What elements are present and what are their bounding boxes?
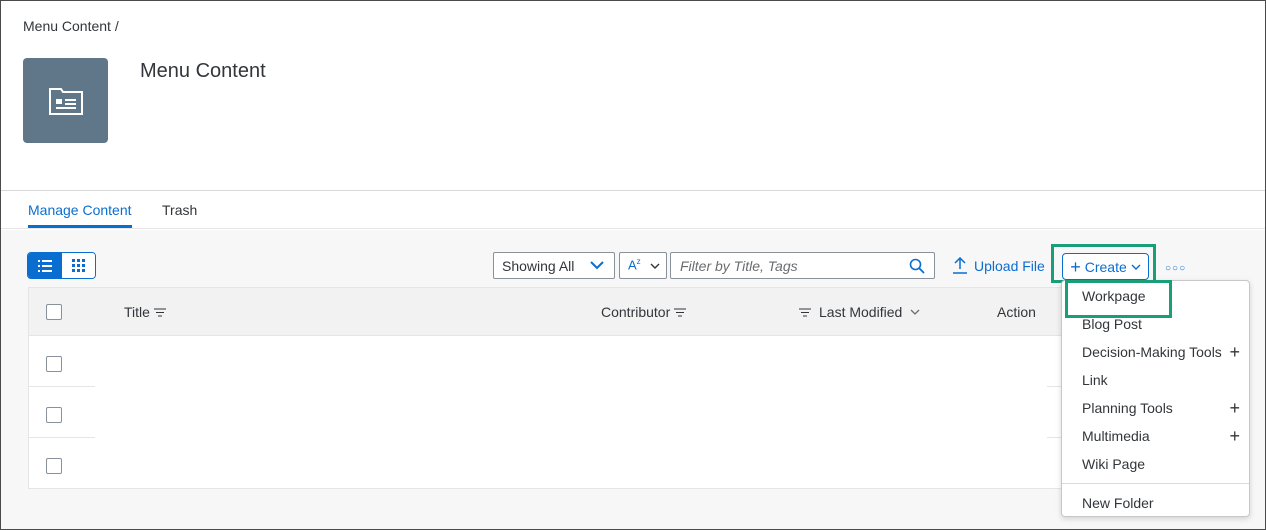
plus-icon: + — [1229, 398, 1240, 418]
chevron-down-icon — [1131, 264, 1141, 270]
column-header-title[interactable]: Title — [124, 304, 166, 320]
tab-manage-content[interactable]: Manage Content — [28, 202, 132, 228]
chevron-down-icon — [590, 261, 604, 270]
column-header-contributor[interactable]: Contributor — [601, 304, 687, 320]
row-checkbox[interactable] — [46, 356, 62, 372]
workpage-highlight — [1065, 280, 1172, 318]
chevron-down-icon — [910, 309, 920, 315]
row-divider — [29, 437, 95, 438]
menu-divider — [1062, 483, 1249, 484]
menu-item-wiki-page[interactable]: Wiki Page — [1062, 450, 1249, 478]
list-view-button[interactable] — [28, 253, 62, 278]
plus-icon: + — [1070, 256, 1081, 277]
search-icon[interactable] — [909, 258, 925, 274]
more-icon[interactable]: ○○○ — [1165, 263, 1186, 274]
grid-view-button[interactable] — [61, 253, 95, 278]
sort-language-select[interactable]: Az — [619, 252, 667, 279]
column-header-last-modified[interactable]: Last Modified — [799, 304, 920, 320]
tab-trash[interactable]: Trash — [162, 202, 197, 218]
showing-select[interactable]: Showing All — [493, 252, 615, 279]
upload-icon — [953, 257, 967, 274]
plus-icon: + — [1229, 426, 1240, 446]
sort-icon — [799, 308, 811, 316]
menu-item-multimedia[interactable]: Multimedia + — [1062, 422, 1249, 450]
breadcrumb[interactable]: Menu Content / — [23, 18, 119, 34]
upload-file-button[interactable]: Upload File — [952, 257, 1045, 274]
app-window: Menu Content / Menu Content Manage Conte… — [0, 0, 1266, 530]
sort-icon — [674, 308, 687, 316]
view-toggle — [27, 252, 96, 279]
menu-item-new-folder[interactable]: New Folder — [1062, 489, 1249, 517]
sort-icon — [153, 308, 166, 316]
row-checkbox[interactable] — [46, 458, 62, 474]
menu-item-link[interactable]: Link — [1062, 366, 1249, 394]
plus-icon: + — [1229, 342, 1240, 362]
text-sort-icon: Az — [628, 257, 641, 273]
row-divider — [29, 386, 95, 387]
page-title: Menu Content — [140, 60, 266, 82]
create-button[interactable]: + Create — [1062, 253, 1149, 280]
menu-item-planning-tools[interactable]: Planning Tools + — [1062, 394, 1249, 422]
chevron-down-icon — [650, 263, 660, 269]
column-header-action: Action — [997, 304, 1036, 320]
create-label: Create — [1084, 258, 1127, 275]
menu-item-decision-making-tools[interactable]: Decision-Making Tools + — [1062, 338, 1249, 366]
grid-view-icon — [71, 259, 85, 272]
showing-select-value: Showing All — [502, 257, 575, 274]
list-view-icon — [37, 259, 52, 272]
upload-file-label: Upload File — [974, 257, 1045, 274]
filter-input[interactable] — [670, 252, 935, 279]
tab-bar: Manage Content Trash — [1, 191, 1265, 229]
row-checkbox[interactable] — [46, 407, 62, 423]
select-all-checkbox[interactable] — [46, 304, 62, 320]
content-folder-icon — [23, 58, 108, 143]
